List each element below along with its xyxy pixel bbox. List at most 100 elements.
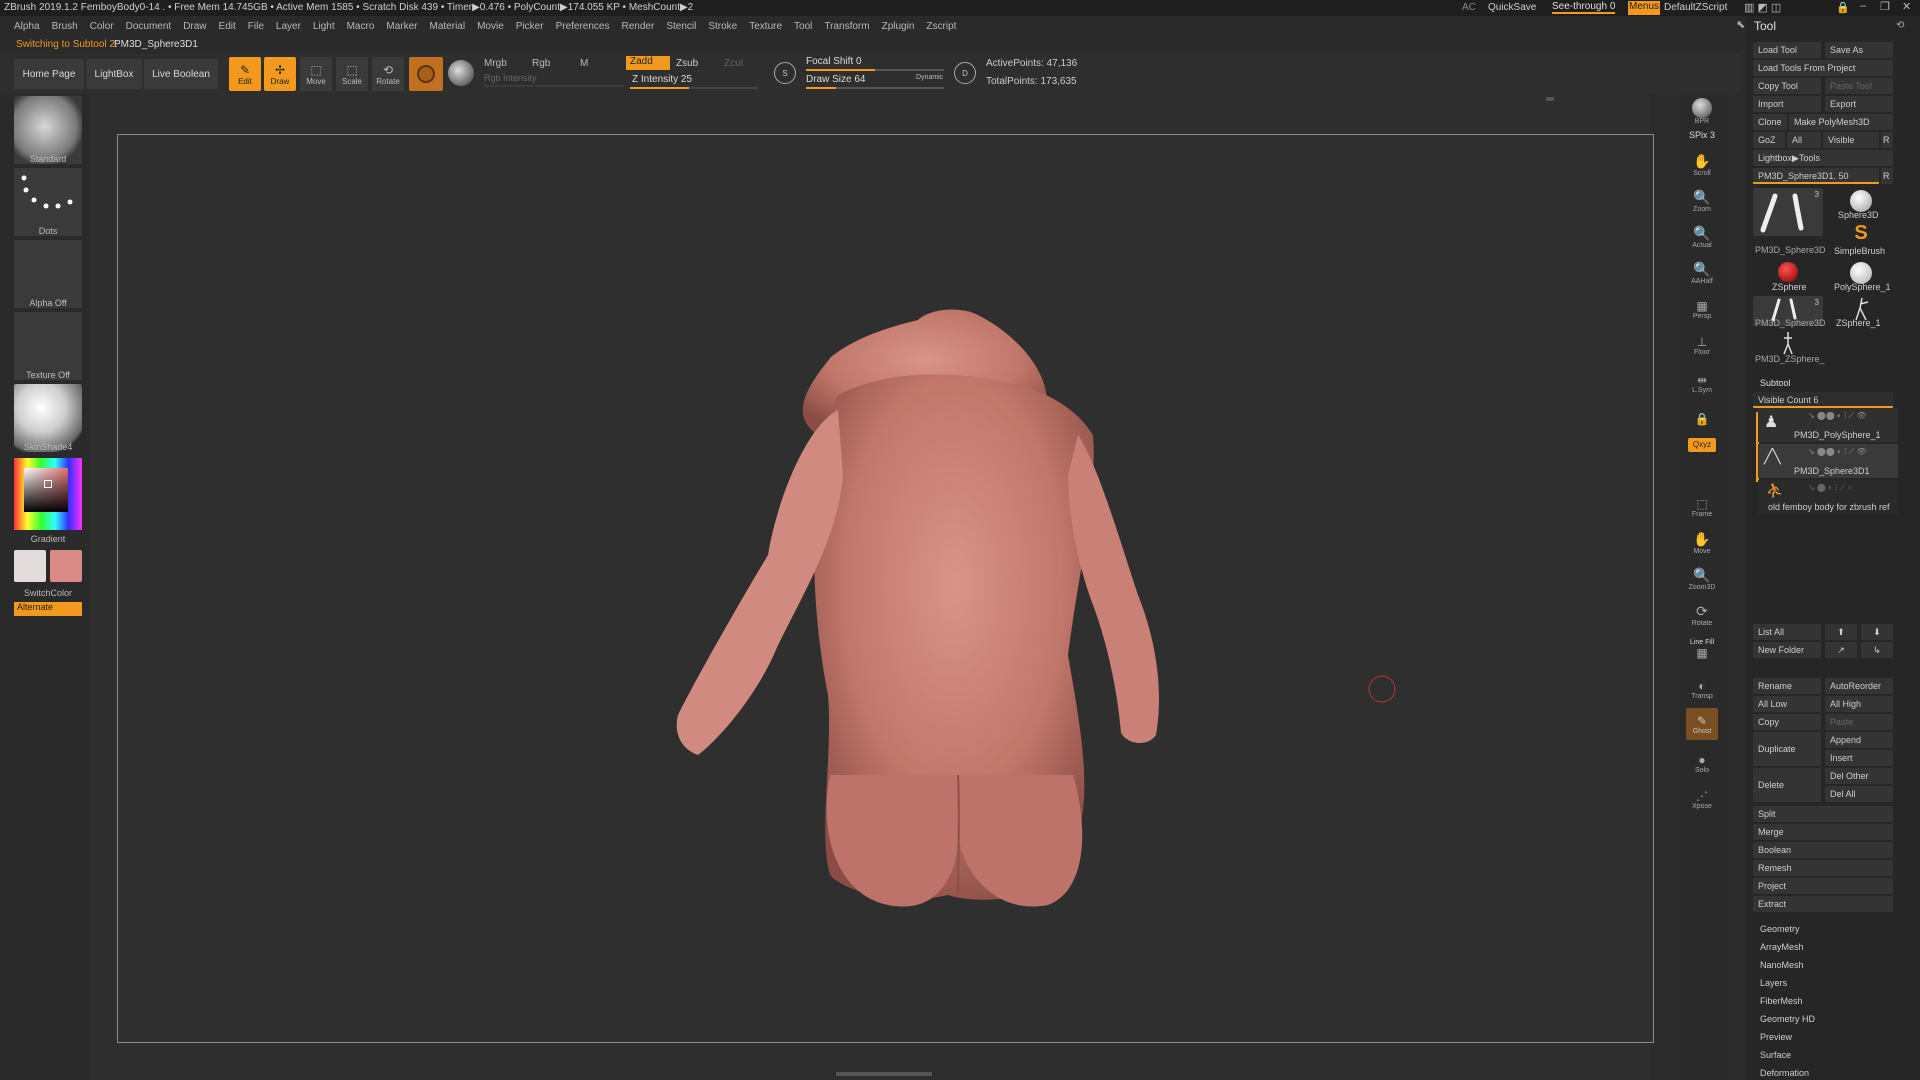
menu-edit[interactable]: Edit [219, 21, 236, 32]
draw-button[interactable]: ✢ Draw [264, 57, 296, 91]
project-button[interactable]: Project [1753, 878, 1893, 894]
lsym-button[interactable]: ⇹ L.Sym [1686, 368, 1718, 398]
move-down-arrow-icon[interactable]: ⬇ [1861, 624, 1893, 640]
menu-color[interactable]: Color [90, 21, 114, 32]
section-deformation[interactable]: Deformation [1760, 1068, 1809, 1078]
clone-button[interactable]: Clone [1753, 114, 1787, 130]
move3d-button[interactable]: ✋ Move [1686, 528, 1718, 558]
menu-file[interactable]: File [248, 21, 264, 32]
menu-preferences[interactable]: Preferences [556, 21, 610, 32]
section-fibermesh[interactable]: FiberMesh [1760, 996, 1803, 1006]
menu-layer[interactable]: Layer [276, 21, 301, 32]
spix-slider[interactable]: SPix 3 [1686, 128, 1718, 142]
pm3d-zsphere-icon[interactable] [1778, 330, 1798, 356]
color-picker[interactable] [14, 458, 82, 530]
autoreorder-button[interactable]: AutoReorder [1825, 678, 1893, 694]
export-button[interactable]: Export [1825, 96, 1893, 112]
zadd-toggle[interactable]: Zadd [626, 56, 670, 70]
menu-stencil[interactable]: Stencil [666, 21, 696, 32]
lock-button[interactable]: 🔒 [1686, 404, 1718, 434]
split-button[interactable]: Split [1753, 806, 1893, 822]
transp-button[interactable]: ◐ Transp [1686, 674, 1718, 704]
linefill-button[interactable]: Line Fill ▦ [1686, 634, 1718, 664]
simplebrush-icon[interactable]: S [1850, 222, 1872, 244]
material-sphere-button[interactable] [409, 57, 443, 91]
maximize-icon[interactable]: ❐ [1880, 0, 1890, 13]
quicksave-button[interactable]: QuickSave [1488, 2, 1536, 13]
all-high-button[interactable]: All High [1825, 696, 1893, 712]
menu-picker[interactable]: Picker [516, 21, 544, 32]
floor-button[interactable]: ⊥ Floor [1686, 330, 1718, 360]
append-button[interactable]: Append [1825, 732, 1893, 748]
draw-size-icon[interactable]: D [954, 62, 976, 84]
subtool-controls-icon[interactable]: ↘ ⬤⬤ ◐ ⁞ ⟋ 👁 [1808, 447, 1867, 457]
menu-alpha[interactable]: Alpha [14, 21, 40, 32]
delete-button[interactable]: Delete [1753, 768, 1821, 802]
move-up-arrow-icon[interactable]: ⬆ [1825, 624, 1857, 640]
gradient-label[interactable]: Gradient [14, 534, 82, 544]
scroll-button[interactable]: ✋ Scroll [1686, 150, 1718, 180]
move-button[interactable]: ⬚ Move [300, 57, 332, 91]
m-toggle[interactable]: M [580, 58, 588, 69]
polysphere-icon[interactable] [1850, 262, 1872, 284]
draw-size-slider[interactable]: Draw Size 64 [806, 74, 865, 85]
all-low-button[interactable]: All Low [1753, 696, 1821, 712]
defaultzscript-button[interactable]: DefaultZScript [1664, 2, 1727, 13]
subtool-item-2[interactable]: ╱╲ ↘ ⬤⬤ ◐ ⁞ ⟋ 👁 PM3D_Sphere3D1 [1758, 444, 1898, 478]
goz-all-button[interactable]: All [1787, 132, 1821, 148]
visible-count-slider[interactable]: Visible Count 6 [1753, 392, 1893, 408]
del-other-button[interactable]: Del Other [1825, 768, 1893, 784]
texture-sphere-icon[interactable] [448, 60, 474, 86]
insert-button[interactable]: Insert [1825, 750, 1893, 766]
subtool-item-1[interactable]: ♟ ↘ ⬤⬤ ◐ ⁞ ⟋ 👁 PM3D_PolySphere_1 [1758, 408, 1898, 442]
zsub-toggle[interactable]: Zsub [676, 58, 698, 69]
save-as-button[interactable]: Save As [1825, 42, 1893, 58]
subtool-controls-icon[interactable]: ↘ ⬤ ◐ ⁞ ⟋ ○ [1808, 483, 1852, 493]
zcut-toggle[interactable]: Zcut [724, 58, 743, 69]
switchcolor-button[interactable]: SwitchColor [14, 588, 82, 598]
menu-zplugin[interactable]: Zplugin [882, 21, 915, 32]
ghost-button[interactable]: ✎ Ghost [1686, 708, 1718, 740]
swatch-icons[interactable]: ▥ ◩ ◫ [1744, 1, 1781, 14]
lock-icon[interactable]: 🔒 [1836, 1, 1850, 14]
menu-movie[interactable]: Movie [477, 21, 504, 32]
subtool-controls-icon[interactable]: ↘ ⬤⬤ ◐ ⁞ ⟋ 👁 [1808, 411, 1867, 421]
rename-button[interactable]: Rename [1753, 678, 1821, 694]
live-boolean-button[interactable]: Live Boolean [144, 59, 218, 89]
paste-button[interactable]: Paste [1825, 714, 1893, 730]
rgb-toggle[interactable]: Rgb [532, 58, 550, 69]
subtool-item-3[interactable]: ⛹ ↘ ⬤ ◐ ⁞ ⟋ ○ old femboy body for zbrush… [1758, 480, 1898, 514]
minimize-icon[interactable]: – [1860, 0, 1866, 12]
menu-macro[interactable]: Macro [347, 21, 375, 32]
menu-render[interactable]: Render [622, 21, 655, 32]
sphere3d-icon[interactable] [1850, 190, 1872, 212]
z-intensity-slider[interactable]: Z Intensity 25 [632, 74, 692, 85]
palette-close-icon[interactable]: ⟲ [1896, 20, 1904, 31]
primary-color-swatch[interactable] [14, 550, 46, 582]
section-surface[interactable]: Surface [1760, 1050, 1791, 1060]
menu-zscript[interactable]: Zscript [926, 21, 956, 32]
load-tools-from-project-button[interactable]: Load Tools From Project [1753, 60, 1893, 76]
lightbox-tools-button[interactable]: Lightbox▶Tools [1753, 150, 1893, 166]
extract-button[interactable]: Extract [1753, 896, 1893, 912]
menu-marker[interactable]: Marker [386, 21, 417, 32]
secondary-color-swatch[interactable] [50, 550, 82, 582]
import-button[interactable]: Import [1753, 96, 1821, 112]
list-all-button[interactable]: List All [1753, 624, 1821, 640]
copy-tool-button[interactable]: Copy Tool [1753, 78, 1821, 94]
goz-button[interactable]: GoZ [1753, 132, 1785, 148]
menu-stroke[interactable]: Stroke [708, 21, 737, 32]
remesh-button[interactable]: Remesh [1753, 860, 1893, 876]
xyz-toggle[interactable]: Qxyz [1688, 438, 1716, 452]
menu-draw[interactable]: Draw [183, 21, 206, 32]
folder-out-icon[interactable]: ↳ [1861, 642, 1893, 658]
bpr-button[interactable]: BPR [1686, 96, 1718, 126]
del-all-button[interactable]: Del All [1825, 786, 1893, 802]
paste-tool-button[interactable]: Paste Tool [1825, 78, 1893, 94]
current-tool-slider[interactable]: PM3D_Sphere3D1. 50 [1753, 168, 1879, 184]
menu-texture[interactable]: Texture [749, 21, 782, 32]
viewport-canvas[interactable] [117, 134, 1654, 1043]
seethrough-slider[interactable]: See-through 0 [1552, 1, 1616, 14]
lightbox-button[interactable]: LightBox [86, 59, 142, 89]
section-arraymesh[interactable]: ArrayMesh [1760, 942, 1804, 952]
